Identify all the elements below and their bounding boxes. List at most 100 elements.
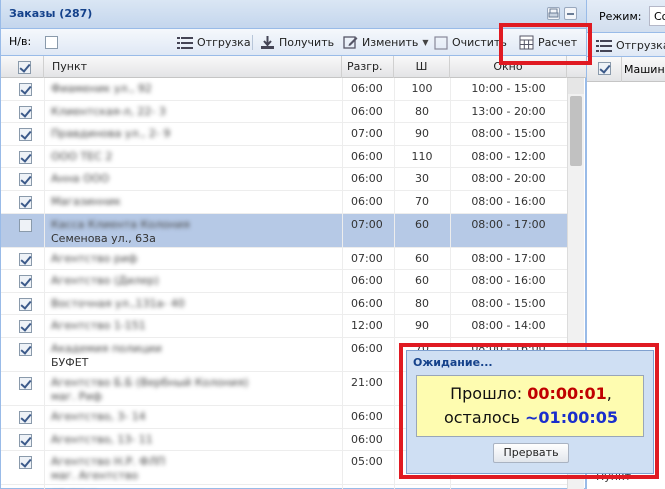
nv-label: Н/в: <box>9 35 32 48</box>
cell-point: Агентство, 13- 11 <box>51 432 153 446</box>
column-divider <box>44 315 45 337</box>
column-divider <box>342 123 343 145</box>
select-all-checkbox[interactable] <box>18 60 31 74</box>
cell-window: 08:00 - 15:00 <box>471 127 546 141</box>
row-checkbox[interactable] <box>19 196 32 209</box>
column-header-w[interactable]: Ш <box>394 56 450 78</box>
column-header-unload[interactable]: Разгр. <box>342 56 394 78</box>
cell-w: 60 <box>415 251 429 265</box>
export-button[interactable]: Отгрузка <box>177 33 251 52</box>
column-divider <box>450 247 451 270</box>
mode-select[interactable]: Со <box>649 6 665 26</box>
column-divider <box>44 100 45 123</box>
download-icon <box>261 36 274 49</box>
column-divider <box>342 191 343 213</box>
table-row[interactable]: ООО ТЕС 2 06:00 110 08:00 - 12:00 <box>1 145 567 169</box>
table-row[interactable]: Анна ООО 06:00 30 08:00 - 20:00 <box>1 168 567 191</box>
row-checkbox[interactable] <box>19 150 32 164</box>
column-divider <box>394 315 395 337</box>
right-select-all-checkbox[interactable] <box>598 62 611 75</box>
row-checkbox[interactable] <box>19 297 32 311</box>
column-divider <box>44 270 45 292</box>
column-divider <box>394 270 395 292</box>
edit-button-label: Изменить <box>362 36 419 49</box>
export-button-label: Отгрузка <box>197 36 251 49</box>
right-export-button[interactable]: Отгрузка <box>596 36 665 55</box>
column-divider <box>342 78 343 100</box>
scroll-up-icon[interactable] <box>568 78 584 94</box>
column-divider <box>44 247 45 270</box>
cell-point: Агентство Б.Б (Вербный Колония) <box>51 376 249 389</box>
cell-point: Академия полиции <box>51 342 162 355</box>
print-icon[interactable] <box>547 7 560 20</box>
list-icon <box>177 36 193 49</box>
list-icon <box>596 39 612 52</box>
table-row[interactable]: Клиентская-л, 22- 3 06:00 80 13:00 - 20:00 <box>1 100 567 124</box>
edit-icon <box>343 36 358 49</box>
row-checkbox[interactable] <box>19 320 32 334</box>
cell-window: 08:00 - 14:00 <box>471 319 546 333</box>
column-divider <box>44 485 45 489</box>
cell-w: 90 <box>415 319 429 333</box>
table-row[interactable]: Агентство (Дилер) 06:00 60 08:00 - 16:00 <box>1 270 567 293</box>
column-divider <box>44 191 45 213</box>
column-divider <box>394 145 395 168</box>
column-divider <box>342 247 343 270</box>
cell-w: 30 <box>415 172 429 186</box>
column-divider <box>44 78 45 100</box>
column-header-point[interactable]: Пункт <box>44 56 342 78</box>
app-root: Заказы (287) Н/в: Отгрузка Получить Изме… <box>0 0 665 489</box>
row-checkbox[interactable] <box>19 252 32 266</box>
cell-window: 08:00 - 17:00 <box>471 217 546 231</box>
table-row[interactable]: Магазинник 06:00 70 08:00 - 16:00 <box>1 191 567 214</box>
table-row[interactable]: АР СИ Инспекцен06:007008:00 - 15:00 <box>1 485 567 489</box>
column-divider <box>342 168 343 190</box>
cell-point: Касса Клиента Колония <box>51 217 190 231</box>
row-checkbox[interactable] <box>19 275 32 289</box>
column-divider <box>394 451 395 485</box>
column-divider <box>44 372 45 405</box>
nv-checkbox[interactable] <box>45 36 58 49</box>
table-row[interactable]: Фиаменик ул., 92 06:00 100 10:00 - 15:00 <box>1 78 567 101</box>
cell-window: 08:00 - 15:00 <box>471 296 546 310</box>
column-header-vehicle[interactable]: Машина <box>624 63 665 76</box>
cell-w: 100 <box>411 82 433 95</box>
right-toolbar: Отгрузка <box>587 32 665 57</box>
row-checkbox[interactable] <box>19 105 32 119</box>
clear-button[interactable]: Очистить <box>434 33 507 52</box>
collapse-icon[interactable] <box>564 7 577 20</box>
cell-w: 80 <box>415 296 429 310</box>
cell-w: 110 <box>411 149 433 163</box>
table-row[interactable]: Агентство риф 07:00 60 08:00 - 17:00 <box>1 247 567 271</box>
cell-window: 10:00 - 15:00 <box>471 82 546 95</box>
table-row[interactable]: Касса Клиента Колония Семенова ул., 63а 07… <box>1 213 567 248</box>
edit-button[interactable]: Изменить ▼ <box>343 33 429 52</box>
column-divider <box>342 451 343 485</box>
row-checkbox[interactable] <box>19 218 32 232</box>
row-checkbox[interactable] <box>19 128 32 142</box>
column-divider <box>450 168 451 190</box>
scroll-thumb[interactable] <box>570 96 582 166</box>
row-checkbox[interactable] <box>19 456 32 470</box>
row-checkbox[interactable] <box>19 343 32 356</box>
column-divider <box>44 338 45 371</box>
table-row[interactable]: Агентство 1-151 12:00 90 08:00 - 14:00 <box>1 315 567 338</box>
row-checkbox[interactable] <box>19 377 32 390</box>
receive-button[interactable]: Получить <box>260 33 334 52</box>
row-checkbox[interactable] <box>19 83 32 96</box>
column-divider <box>450 145 451 168</box>
table-row[interactable]: Правдинова ул., 2- 9 07:00 90 08:00 - 15:00 <box>1 123 567 146</box>
right-export-label: Отгрузка <box>616 39 665 52</box>
row-checkbox[interactable] <box>19 433 32 447</box>
cell-w: 70 <box>415 195 429 208</box>
toolbar-divider <box>252 35 253 50</box>
row-checkbox[interactable] <box>19 173 32 187</box>
column-divider <box>394 428 395 451</box>
cell-w: 90 <box>415 127 429 141</box>
column-divider <box>342 372 343 405</box>
row-checkbox[interactable] <box>19 411 32 424</box>
column-divider <box>342 213 343 247</box>
table-row[interactable]: Восточная ул.,131а- 40 06:00 80 08:00 - 15:… <box>1 292 567 316</box>
cell-point: Восточная ул.,131а- 40 <box>51 296 185 310</box>
receive-button-label: Получить <box>279 36 335 49</box>
